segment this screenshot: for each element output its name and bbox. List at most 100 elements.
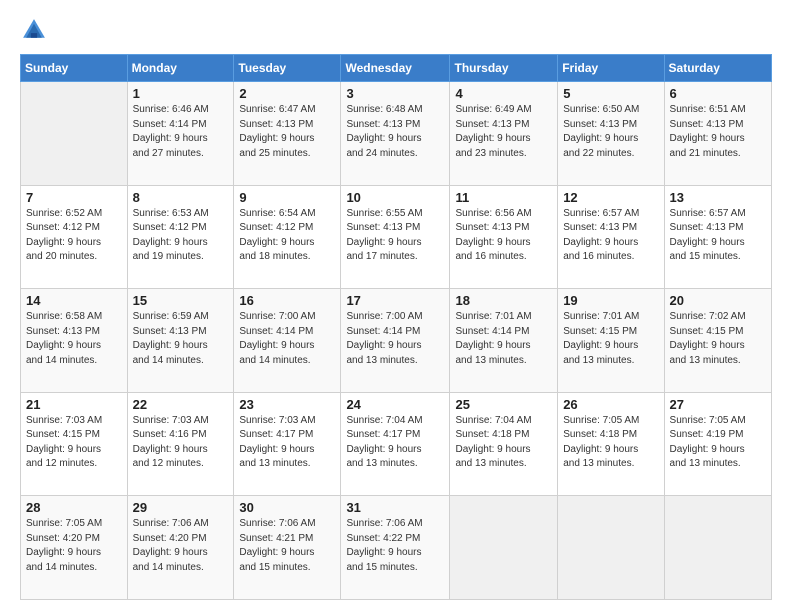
- calendar-cell: 24 Sunrise: 7:04 AMSunset: 4:17 PMDayligh…: [341, 392, 450, 496]
- day-number: 6: [670, 86, 766, 101]
- day-info: Sunrise: 6:46 AMSunset: 4:14 PMDaylight:…: [133, 103, 229, 161]
- calendar-cell: [450, 496, 558, 600]
- calendar-cell: 7Sunrise: 6:52 AMSunset: 4:12 PMDaylight…: [21, 185, 128, 289]
- day-number: 19: [563, 293, 658, 308]
- calendar-cell: 25 Sunrise: 7:04 AMSunset: 4:18 PMDayligh…: [450, 392, 558, 496]
- calendar-cell: 28Sunrise: 7:05 AMSunset: 4:20 PMDayligh…: [21, 496, 128, 600]
- day-info: Sunrise: 6:50 AMSunset: 4:13 PMDaylight:…: [563, 103, 658, 161]
- week-row-2: 7Sunrise: 6:52 AMSunset: 4:12 PMDaylight…: [21, 185, 772, 289]
- calendar-cell: 2 Sunrise: 6:47 AMSunset: 4:13 PMDaylight…: [234, 82, 341, 186]
- calendar-cell: 12 Sunrise: 6:57 AMSunset: 4:13 PMDayligh…: [558, 185, 664, 289]
- day-number: 18: [455, 293, 552, 308]
- day-info: Sunrise: 6:58 AMSunset: 4:13 PMDaylight:…: [26, 310, 122, 368]
- day-info: Sunrise: 6:53 AMSunset: 4:12 PMDaylight:…: [133, 207, 229, 265]
- calendar-cell: [664, 496, 771, 600]
- calendar-cell: 8 Sunrise: 6:53 AMSunset: 4:12 PMDaylight…: [127, 185, 234, 289]
- day-number: 5: [563, 86, 658, 101]
- calendar-cell: 16 Sunrise: 7:00 AMSunset: 4:14 PMDayligh…: [234, 289, 341, 393]
- day-info: Sunrise: 6:57 AMSunset: 4:13 PMDaylight:…: [670, 207, 766, 265]
- logo: [20, 16, 52, 44]
- day-number: 12: [563, 190, 658, 205]
- weekday-tuesday: Tuesday: [234, 55, 341, 82]
- calendar-cell: 22 Sunrise: 7:03 AMSunset: 4:16 PMDayligh…: [127, 392, 234, 496]
- day-info: Sunrise: 7:02 AMSunset: 4:15 PMDaylight:…: [670, 310, 766, 368]
- day-number: 13: [670, 190, 766, 205]
- weekday-saturday: Saturday: [664, 55, 771, 82]
- weekday-header-row: SundayMondayTuesdayWednesdayThursdayFrid…: [21, 55, 772, 82]
- calendar-cell: [558, 496, 664, 600]
- calendar-cell: 6 Sunrise: 6:51 AMSunset: 4:13 PMDaylight…: [664, 82, 771, 186]
- calendar-cell: 27 Sunrise: 7:05 AMSunset: 4:19 PMDayligh…: [664, 392, 771, 496]
- day-number: 31: [346, 500, 444, 515]
- day-number: 16: [239, 293, 335, 308]
- calendar-cell: [21, 82, 128, 186]
- day-number: 27: [670, 397, 766, 412]
- day-info: Sunrise: 7:06 AMSunset: 4:20 PMDaylight:…: [133, 517, 229, 575]
- day-info: Sunrise: 7:01 AMSunset: 4:15 PMDaylight:…: [563, 310, 658, 368]
- weekday-friday: Friday: [558, 55, 664, 82]
- day-info: Sunrise: 7:05 AMSunset: 4:19 PMDaylight:…: [670, 414, 766, 472]
- day-info: Sunrise: 7:00 AMSunset: 4:14 PMDaylight:…: [346, 310, 444, 368]
- day-number: 8: [133, 190, 229, 205]
- day-info: Sunrise: 6:52 AMSunset: 4:12 PMDaylight:…: [26, 207, 122, 265]
- day-number: 26: [563, 397, 658, 412]
- day-number: 14: [26, 293, 122, 308]
- weekday-wednesday: Wednesday: [341, 55, 450, 82]
- day-info: Sunrise: 6:54 AMSunset: 4:12 PMDaylight:…: [239, 207, 335, 265]
- calendar-cell: 14 Sunrise: 6:58 AMSunset: 4:13 PMDayligh…: [21, 289, 128, 393]
- day-info: Sunrise: 7:06 AMSunset: 4:22 PMDaylight:…: [346, 517, 444, 575]
- header: [20, 16, 772, 44]
- day-info: Sunrise: 6:57 AMSunset: 4:13 PMDaylight:…: [563, 207, 658, 265]
- calendar-cell: 5 Sunrise: 6:50 AMSunset: 4:13 PMDaylight…: [558, 82, 664, 186]
- weekday-thursday: Thursday: [450, 55, 558, 82]
- calendar-cell: 11 Sunrise: 6:56 AMSunset: 4:13 PMDayligh…: [450, 185, 558, 289]
- calendar-cell: 17Sunrise: 7:00 AMSunset: 4:14 PMDayligh…: [341, 289, 450, 393]
- day-info: Sunrise: 7:03 AMSunset: 4:16 PMDaylight:…: [133, 414, 229, 472]
- day-info: Sunrise: 6:48 AMSunset: 4:13 PMDaylight:…: [346, 103, 444, 161]
- day-number: 10: [346, 190, 444, 205]
- day-number: 28: [26, 500, 122, 515]
- day-number: 4: [455, 86, 552, 101]
- day-info: Sunrise: 6:59 AMSunset: 4:13 PMDaylight:…: [133, 310, 229, 368]
- calendar-cell: 4 Sunrise: 6:49 AMSunset: 4:13 PMDaylight…: [450, 82, 558, 186]
- day-info: Sunrise: 6:56 AMSunset: 4:13 PMDaylight:…: [455, 207, 552, 265]
- day-number: 23: [239, 397, 335, 412]
- day-number: 2: [239, 86, 335, 101]
- day-info: Sunrise: 7:06 AMSunset: 4:21 PMDaylight:…: [239, 517, 335, 575]
- calendar-cell: 1 Sunrise: 6:46 AMSunset: 4:14 PMDaylight…: [127, 82, 234, 186]
- day-info: Sunrise: 6:47 AMSunset: 4:13 PMDaylight:…: [239, 103, 335, 161]
- day-number: 22: [133, 397, 229, 412]
- day-number: 15: [133, 293, 229, 308]
- day-info: Sunrise: 7:00 AMSunset: 4:14 PMDaylight:…: [239, 310, 335, 368]
- logo-icon: [20, 16, 48, 44]
- day-info: Sunrise: 7:04 AMSunset: 4:18 PMDaylight:…: [455, 414, 552, 472]
- day-info: Sunrise: 7:03 AMSunset: 4:15 PMDaylight:…: [26, 414, 122, 472]
- day-number: 25: [455, 397, 552, 412]
- calendar-table: SundayMondayTuesdayWednesdayThursdayFrid…: [20, 54, 772, 600]
- calendar-cell: 3Sunrise: 6:48 AMSunset: 4:13 PMDaylight…: [341, 82, 450, 186]
- day-number: 29: [133, 500, 229, 515]
- calendar-cell: 15 Sunrise: 6:59 AMSunset: 4:13 PMDayligh…: [127, 289, 234, 393]
- day-number: 9: [239, 190, 335, 205]
- day-number: 24: [346, 397, 444, 412]
- weekday-monday: Monday: [127, 55, 234, 82]
- calendar-cell: 13 Sunrise: 6:57 AMSunset: 4:13 PMDayligh…: [664, 185, 771, 289]
- weekday-sunday: Sunday: [21, 55, 128, 82]
- day-number: 30: [239, 500, 335, 515]
- day-info: Sunrise: 6:51 AMSunset: 4:13 PMDaylight:…: [670, 103, 766, 161]
- day-number: 11: [455, 190, 552, 205]
- day-info: Sunrise: 7:03 AMSunset: 4:17 PMDaylight:…: [239, 414, 335, 472]
- day-info: Sunrise: 7:04 AMSunset: 4:17 PMDaylight:…: [346, 414, 444, 472]
- day-info: Sunrise: 7:01 AMSunset: 4:14 PMDaylight:…: [455, 310, 552, 368]
- calendar-cell: 20Sunrise: 7:02 AMSunset: 4:15 PMDayligh…: [664, 289, 771, 393]
- day-info: Sunrise: 6:49 AMSunset: 4:13 PMDaylight:…: [455, 103, 552, 161]
- calendar-cell: 10 Sunrise: 6:55 AMSunset: 4:13 PMDayligh…: [341, 185, 450, 289]
- calendar-cell: 9 Sunrise: 6:54 AMSunset: 4:12 PMDaylight…: [234, 185, 341, 289]
- calendar-cell: 31 Sunrise: 7:06 AMSunset: 4:22 PMDayligh…: [341, 496, 450, 600]
- day-info: Sunrise: 6:55 AMSunset: 4:13 PMDaylight:…: [346, 207, 444, 265]
- week-row-4: 21Sunrise: 7:03 AMSunset: 4:15 PMDayligh…: [21, 392, 772, 496]
- week-row-1: 1 Sunrise: 6:46 AMSunset: 4:14 PMDaylight…: [21, 82, 772, 186]
- calendar-cell: 18 Sunrise: 7:01 AMSunset: 4:14 PMDayligh…: [450, 289, 558, 393]
- day-number: 1: [133, 86, 229, 101]
- calendar-cell: 21Sunrise: 7:03 AMSunset: 4:15 PMDayligh…: [21, 392, 128, 496]
